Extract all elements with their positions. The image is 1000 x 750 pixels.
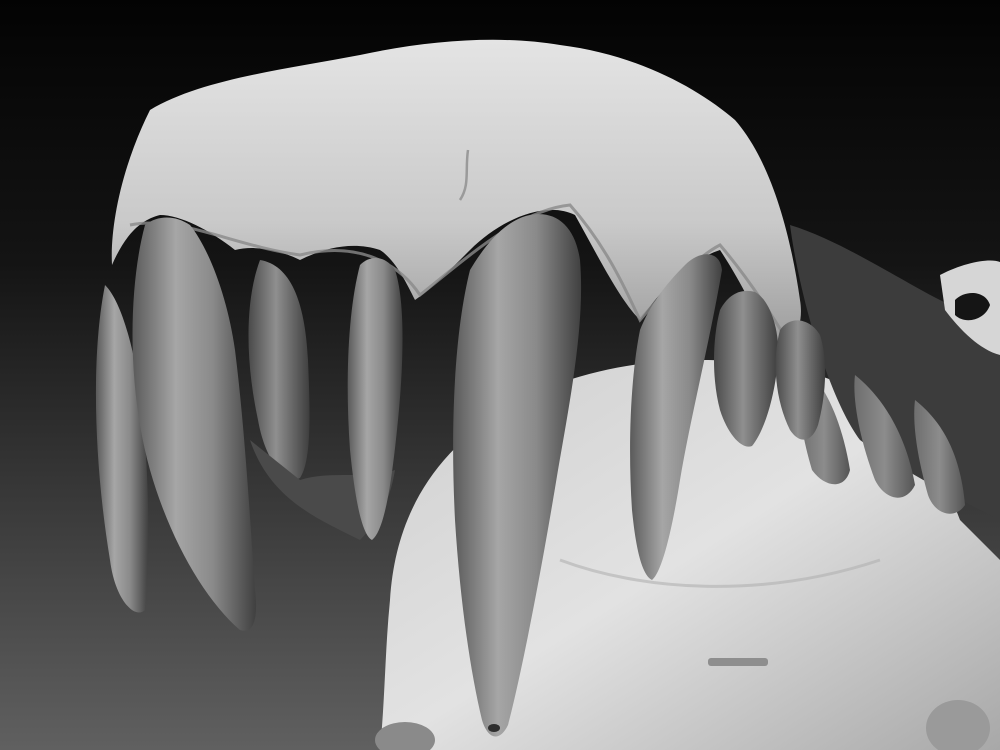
lower-jaw-mark [708, 658, 768, 666]
render-viewport [0, 0, 1000, 750]
sculpt-render [0, 0, 1000, 750]
canine-tip-highlight [488, 724, 500, 732]
